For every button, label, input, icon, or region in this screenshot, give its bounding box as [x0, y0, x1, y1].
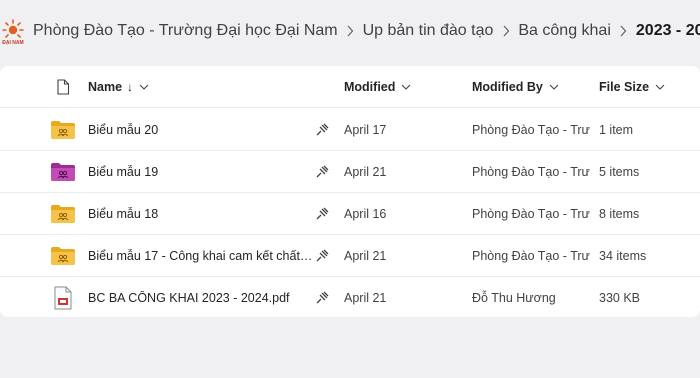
file-name[interactable]: BC BA CÔNG KHAI 2023 - 2024.pdf: [88, 277, 313, 319]
folder-icon: [48, 193, 78, 234]
folder-icon: [48, 151, 78, 192]
pdf-file-icon: [48, 277, 78, 319]
modified-date: April 21: [344, 291, 387, 305]
table-row[interactable]: Biểu mẫu 20 April 17 Phòng Đào Tạo - Trư…: [0, 109, 700, 151]
folder-icon: [48, 109, 78, 150]
file-name[interactable]: Biểu mẫu 17 - Công khai cam kết chất lư.…: [88, 235, 313, 276]
modified-by: Phòng Đào Tạo - Trườ: [472, 164, 590, 179]
pin-icon[interactable]: [312, 193, 332, 234]
dai-nam-logo[interactable]: ĐẠI NAM: [2, 19, 24, 49]
pin-icon[interactable]: [312, 151, 332, 192]
modified-column-header[interactable]: Modified: [344, 66, 454, 107]
svg-text:ĐẠI NAM: ĐẠI NAM: [2, 40, 23, 46]
breadcrumb-item-current: 2023 - 2024: [635, 22, 700, 39]
chevron-right-icon: [493, 25, 518, 37]
file-size: 8 items: [599, 206, 640, 221]
file-name[interactable]: Biểu mẫu 19: [88, 151, 313, 192]
file-size: 5 items: [599, 164, 640, 179]
breadcrumb: ĐẠI NAM Phòng Đào Tạo - Trường Đại học Đ…: [0, 0, 700, 64]
modified-date: April 21: [344, 164, 387, 179]
file-type-header-icon[interactable]: [48, 66, 78, 107]
modified-date: April 17: [344, 122, 387, 137]
folder-icon: [48, 235, 78, 276]
breadcrumb-item-root[interactable]: Phòng Đào Tạo - Trường Đại học Đại Nam: [33, 22, 338, 40]
file-size: 1 item: [599, 122, 634, 137]
chevron-right-icon: [338, 25, 363, 37]
table-row[interactable]: Biểu mẫu 18 April 16 Phòng Đào Tạo - Trư…: [0, 193, 700, 235]
table-row[interactable]: Biểu mẫu 19 April 21 Phòng Đào Tạo - Trư…: [0, 151, 700, 193]
sort-down-arrow-icon: ↓: [127, 79, 134, 94]
modified-date: April 16: [344, 206, 387, 221]
table-header: Name ↓ Modified Modified By File Size: [0, 66, 700, 108]
breadcrumb-item-ba-cong-khai[interactable]: Ba công khai: [518, 22, 611, 40]
file-size-column-header[interactable]: File Size: [599, 66, 699, 107]
file-name[interactable]: Biểu mẫu 18: [88, 193, 313, 234]
file-name[interactable]: Biểu mẫu 20: [88, 109, 313, 150]
chevron-down-icon: [549, 84, 559, 90]
chevron-right-icon: [611, 25, 636, 37]
file-size: 330 KB: [599, 291, 641, 305]
modified-by-column-header[interactable]: Modified By: [472, 66, 590, 107]
modified-by: Phòng Đào Tạo - Trườ: [472, 206, 590, 221]
chevron-down-icon: [139, 84, 149, 90]
chevron-down-icon: [655, 84, 665, 90]
modified-by: Đỗ Thu Hương: [472, 291, 556, 305]
file-list: Name ↓ Modified Modified By File Size Bi…: [0, 66, 700, 317]
file-size: 34 items: [599, 248, 647, 263]
table-row[interactable]: Biểu mẫu 17 - Công khai cam kết chất lư.…: [0, 235, 700, 277]
chevron-down-icon: [401, 84, 411, 90]
breadcrumb-item-ban-tin[interactable]: Up bản tin đào tạo: [363, 22, 494, 40]
modified-by: Phòng Đào Tạo - Trườ: [472, 248, 590, 263]
pin-icon[interactable]: [312, 109, 332, 150]
modified-date: April 21: [344, 248, 387, 263]
table-row[interactable]: BC BA CÔNG KHAI 2023 - 2024.pdf April 21…: [0, 277, 700, 319]
pin-icon[interactable]: [312, 235, 332, 276]
pin-icon[interactable]: [312, 277, 332, 319]
name-column-header[interactable]: Name ↓: [88, 66, 313, 107]
modified-by: Phòng Đào Tạo - Trườ: [472, 122, 590, 137]
